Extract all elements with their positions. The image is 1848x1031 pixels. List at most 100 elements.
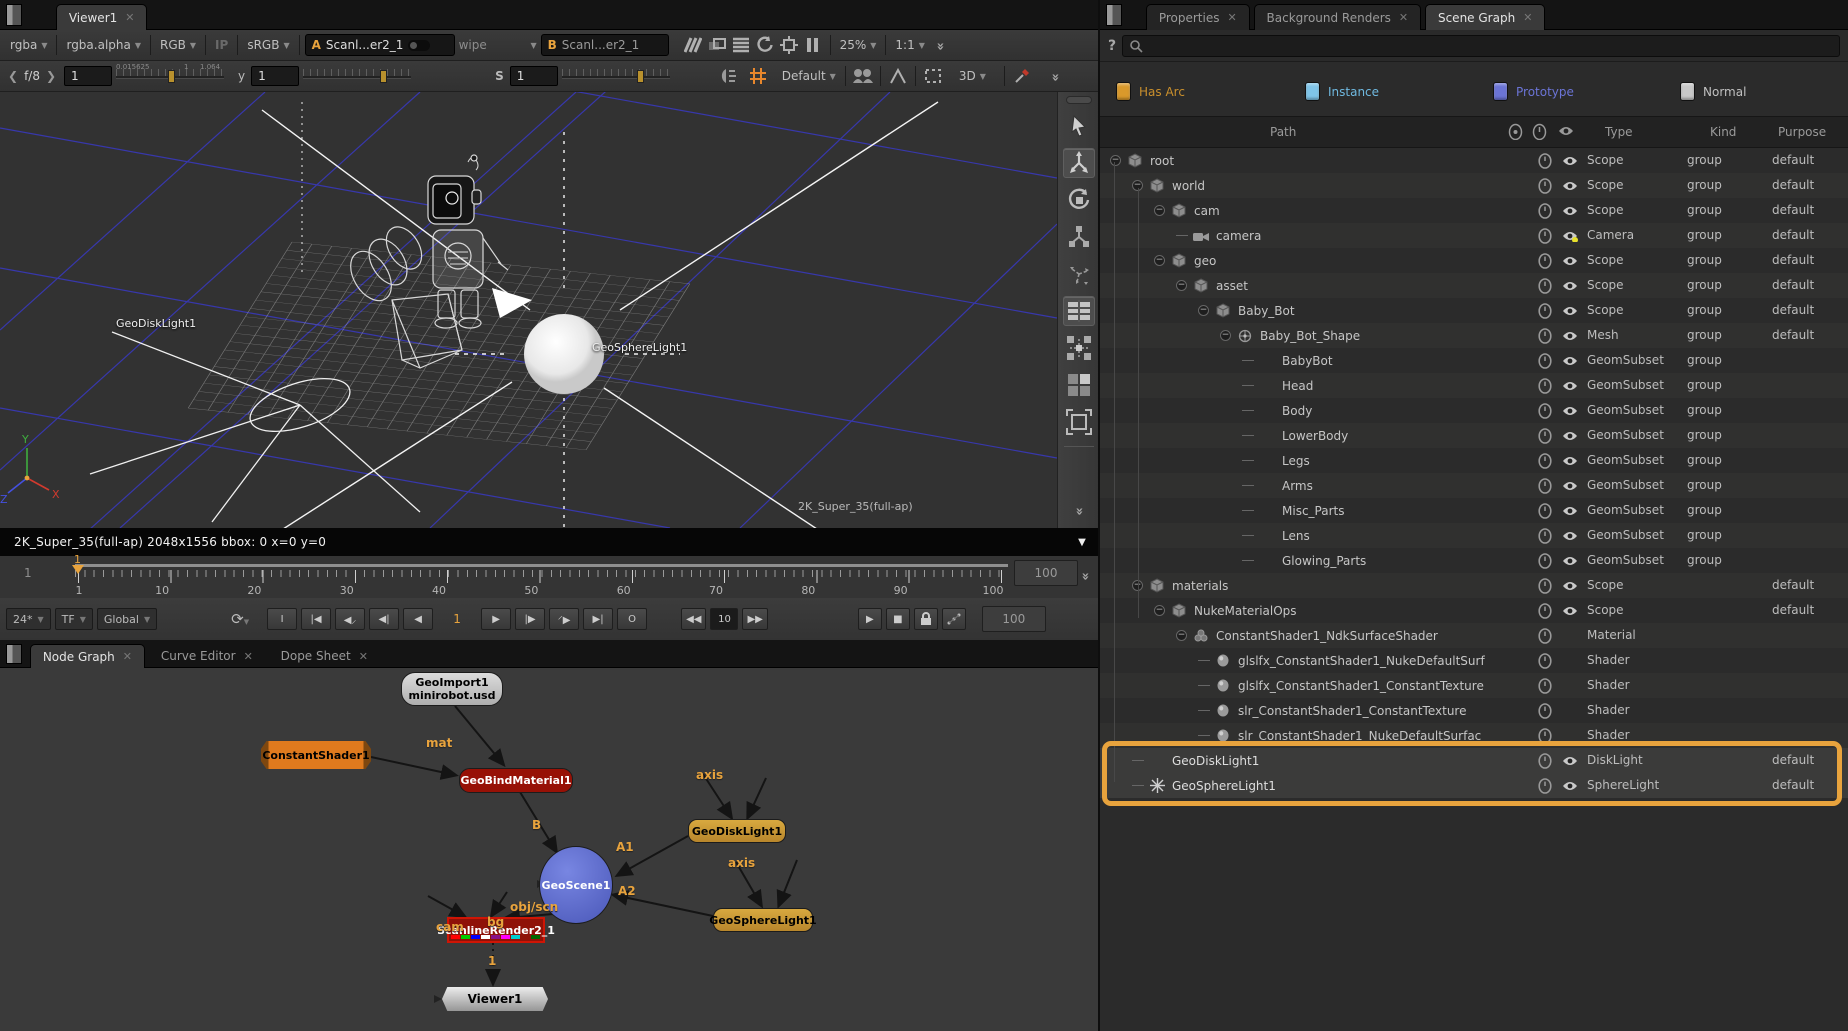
scene-graph-row[interactable]: slr_ConstantShader1_ConstantTextureShade… — [1100, 698, 1848, 723]
scene-graph-row[interactable]: GeoDiskLight1DiskLightdefault — [1100, 748, 1848, 773]
scene-graph-row[interactable]: −assetScopegroupdefault — [1100, 273, 1848, 298]
tab-node-graph[interactable]: Node Graph✕ — [30, 644, 145, 668]
saturation-field[interactable]: 1 — [510, 66, 558, 86]
tab-scene-graph[interactable]: Scene Graph✕ — [1425, 4, 1545, 30]
wipe-dropdown[interactable]: wipe▼ — [455, 38, 541, 52]
scene-graph-row[interactable]: −materialsScopedefault — [1100, 573, 1848, 598]
node-viewer1[interactable]: Viewer1 — [442, 987, 548, 1011]
gain-slider[interactable]: 0.015625 1 1.064 — [116, 67, 224, 85]
clock-icon[interactable] — [1538, 528, 1552, 547]
eye-icon[interactable] — [1562, 455, 1578, 470]
collapse-chevron-icon[interactable]: » — [933, 42, 948, 48]
diagonal-stripes-icon[interactable] — [681, 34, 705, 56]
view-mode-dropdown[interactable]: 3D▼ — [955, 69, 990, 83]
node-geospherelight1[interactable]: GeoSphereLight1 — [713, 908, 813, 932]
gamma-curve-icon[interactable] — [886, 65, 910, 87]
pane-handle-icon[interactable] — [6, 644, 22, 664]
column-kind[interactable]: Kind — [1710, 125, 1736, 139]
scene-graph-row[interactable]: LowerBodyGeomSubsetgroup — [1100, 423, 1848, 448]
clock-icon[interactable] — [1538, 553, 1552, 572]
pause-icon[interactable] — [801, 34, 825, 56]
scene-graph-row[interactable]: −ConstantShader1_NdkSurfaceShaderMateria… — [1100, 623, 1848, 648]
timeline-end-box[interactable]: 100 — [1014, 560, 1078, 586]
pane-handle-icon[interactable] — [1106, 4, 1122, 26]
tree-expander[interactable]: − — [1220, 330, 1231, 341]
eye-icon[interactable] — [1562, 255, 1578, 270]
scene-graph-row[interactable]: glslfx_ConstantShader1_NukeDefaultSurfSh… — [1100, 648, 1848, 673]
collapse-chevron-icon[interactable]: » — [1078, 572, 1093, 578]
grid-2x2-tool-icon[interactable] — [1063, 370, 1095, 400]
eye-icon[interactable] — [1562, 355, 1578, 370]
clock-icon[interactable] — [1538, 328, 1552, 347]
skew-tool-icon[interactable] — [1063, 259, 1095, 289]
playback-end-box[interactable]: 100 — [982, 606, 1046, 632]
gamma-slider[interactable] — [303, 67, 411, 85]
playhead-marker[interactable] — [72, 565, 84, 574]
scene-graph-row[interactable]: LensGeomSubsetgroup — [1100, 523, 1848, 548]
multi-slider-tool-icon[interactable] — [1063, 296, 1095, 326]
scene-graph-row[interactable]: HeadGeomSubsetgroup — [1100, 373, 1848, 398]
clock-icon[interactable] — [1538, 628, 1552, 647]
eye-icon[interactable] — [1562, 380, 1578, 395]
roi-crosshair-icon[interactable] — [777, 34, 801, 56]
scene-graph-row[interactable]: LegsGeomSubsetgroup — [1100, 448, 1848, 473]
column-path[interactable]: Path — [1270, 125, 1296, 139]
saturation-slider[interactable] — [562, 67, 670, 85]
jump-back-button[interactable]: ◀◀ — [681, 608, 706, 630]
tab-properties[interactable]: Properties✕ — [1146, 4, 1250, 30]
clock-icon[interactable] — [1538, 353, 1552, 372]
tree-expander[interactable]: − — [1198, 305, 1209, 316]
stop-render-icon[interactable]: ■ — [886, 608, 910, 630]
viewer-colorspace-dropdown[interactable]: sRGB▼ — [243, 38, 293, 52]
playback-loop-icon[interactable]: ⟳▼ — [231, 610, 249, 628]
clock-icon[interactable] — [1538, 478, 1552, 497]
scene-graph-row[interactable]: GeoSphereLight1SphereLightdefault — [1100, 773, 1848, 798]
zoom-level-dropdown[interactable]: 25%▼ — [836, 38, 881, 52]
close-icon[interactable]: ✕ — [359, 650, 368, 663]
gamma-field[interactable]: 1 — [251, 66, 299, 86]
play-backward-button[interactable]: ◀ — [403, 608, 433, 630]
clock-icon[interactable] — [1538, 753, 1552, 772]
b-input-selector[interactable]: B Scanl...er2_1 — [541, 34, 669, 56]
goto-end-button[interactable]: ▶| — [583, 608, 613, 630]
collapse-chevron-icon[interactable]: » — [1072, 507, 1087, 513]
input-process-button[interactable]: IP — [211, 38, 232, 52]
eye-icon[interactable] — [1562, 155, 1578, 170]
scene-graph-row[interactable]: Misc_PartsGeomSubsetgroup — [1100, 498, 1848, 523]
eye-icon[interactable] — [1562, 480, 1578, 495]
node-geobindmaterial1[interactable]: GeoBindMaterial1 — [459, 768, 573, 793]
close-icon[interactable]: ✕ — [1523, 11, 1532, 24]
column-type[interactable]: Type — [1605, 125, 1633, 139]
close-icon[interactable]: ✕ — [1227, 11, 1236, 24]
eye-icon[interactable] — [1562, 430, 1578, 445]
chevron-down-icon[interactable]: ▼ — [1078, 537, 1086, 548]
clock-icon[interactable] — [1538, 678, 1552, 697]
eye-icon[interactable] — [1562, 180, 1578, 195]
pane-handle-icon[interactable] — [6, 4, 22, 26]
eye-icon[interactable] — [1558, 125, 1574, 140]
format-grid-icon[interactable] — [746, 65, 770, 87]
timeline[interactable]: 1 1 1102030405060708090100 100 » — [0, 556, 1100, 598]
eye-icon[interactable] — [1562, 605, 1578, 620]
jump-forward-button[interactable]: ▶▶ — [742, 608, 767, 630]
scene-graph-row[interactable]: BabyBotGeomSubsetgroup — [1100, 348, 1848, 373]
clock-icon[interactable] — [1538, 203, 1552, 222]
rotate-tool-icon[interactable] — [1063, 185, 1095, 215]
stereo-camera-icon[interactable] — [851, 65, 875, 87]
range-mode-dropdown[interactable]: Global▼ — [97, 608, 157, 630]
clock-icon[interactable] — [1538, 728, 1552, 747]
tab-curve-editor[interactable]: Curve Editor✕ — [149, 644, 265, 668]
scene-graph-row[interactable]: −Baby_BotScopegroupdefault — [1100, 298, 1848, 323]
tab-viewer1[interactable]: Viewer1 ✕ — [56, 4, 148, 30]
eye-icon[interactable] — [1562, 780, 1578, 795]
tab-background-renders[interactable]: Background Renders✕ — [1254, 4, 1422, 30]
transform-box-tool-icon[interactable] — [1063, 333, 1095, 363]
gain-lamp-icon[interactable] — [716, 65, 740, 87]
node-geodisklight1[interactable]: GeoDiskLight1 — [688, 819, 786, 843]
clock-icon[interactable] — [1538, 778, 1552, 797]
node-geoimport1[interactable]: GeoImport1 minirobot.usd — [401, 672, 503, 706]
clock-icon[interactable] — [1538, 703, 1552, 722]
eye-icon[interactable] — [1562, 505, 1578, 520]
clock-icon[interactable] — [1538, 278, 1552, 297]
clock-icon[interactable] — [1538, 178, 1552, 197]
